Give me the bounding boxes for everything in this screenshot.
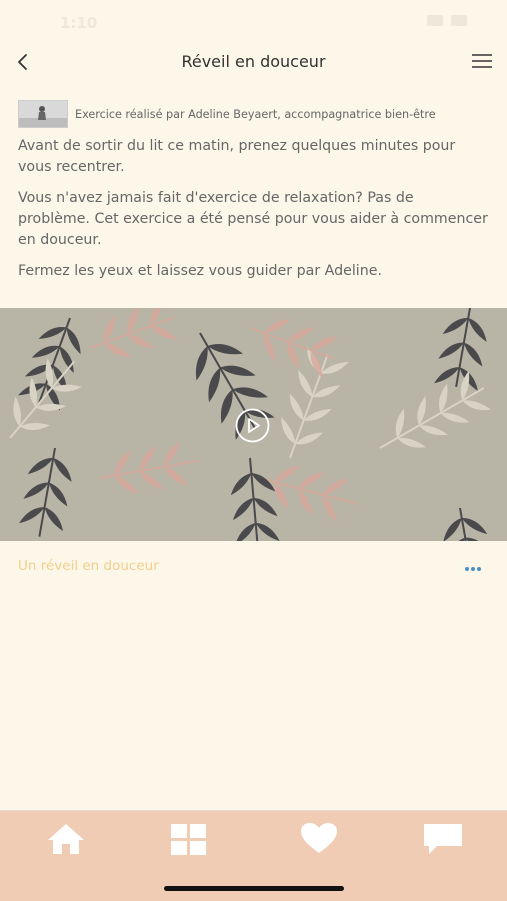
tab-favorites[interactable] [297,821,341,857]
more-dots-icon [465,567,481,571]
play-icon [235,408,270,443]
menu-button[interactable] [471,52,493,70]
tab-categories[interactable] [167,821,211,857]
wifi-icon [427,15,443,26]
home-indicator [164,886,344,891]
tab-home[interactable] [44,821,88,857]
status-time: 1:10 [60,14,98,32]
status-bar: 1:10 [0,0,507,44]
tab-messages[interactable] [421,821,465,857]
more-options-button[interactable] [463,560,483,572]
chat-icon [424,824,462,854]
header: Réveil en douceur [0,40,507,84]
description: Avant de sortir du lit ce matin, prenez … [18,136,488,292]
status-icons [427,15,467,26]
description-paragraph-2: Vous n'avez jamais fait d'exercice de re… [18,190,488,248]
description-paragraph-1: Avant de sortir du lit ce matin, prenez … [18,138,456,175]
author-avatar [18,100,68,128]
author-credit: Exercice réalisé par Adeline Beyaert, ac… [75,107,436,121]
play-button[interactable] [235,408,270,443]
track-row[interactable]: Un réveil en douceur [18,556,489,578]
battery-icon [451,15,467,26]
page-title: Réveil en douceur [181,52,326,71]
heart-icon [301,823,337,853]
description-paragraph-3: Fermez les yeux et laissez vous guider p… [18,263,382,279]
home-icon [48,824,84,854]
track-title[interactable]: Un réveil en douceur [18,558,159,574]
hamburger-icon [472,54,492,68]
author-row: Exercice réalisé par Adeline Beyaert, ac… [18,100,489,128]
grid-icon [171,824,206,855]
